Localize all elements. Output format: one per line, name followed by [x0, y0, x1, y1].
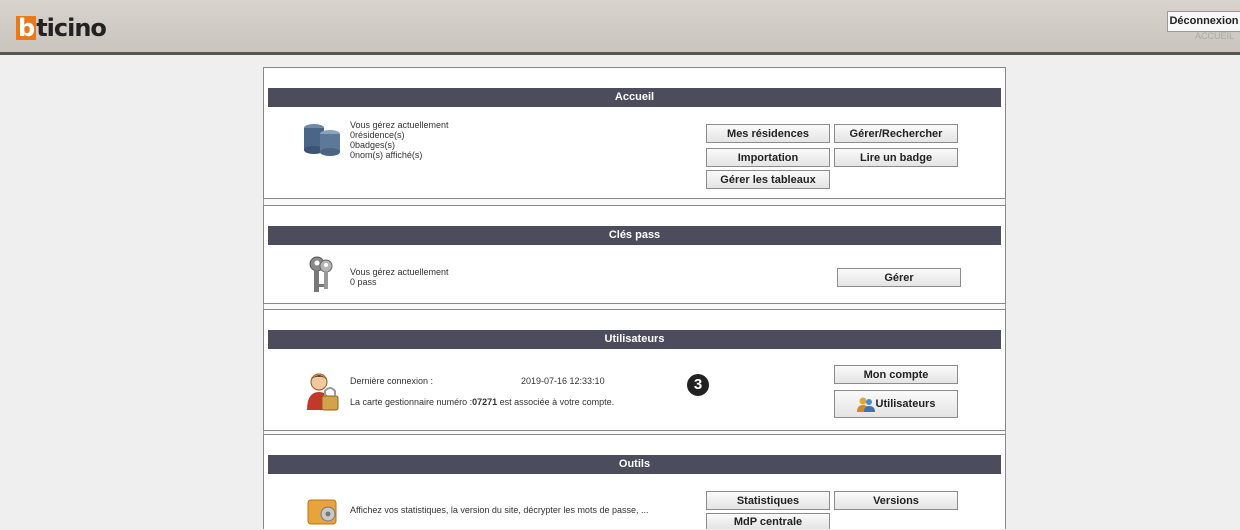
- users-button[interactable]: Utilisateurs: [834, 390, 958, 418]
- users-button-label: Utilisateurs: [875, 398, 936, 410]
- my-account-button[interactable]: Mon compte: [834, 365, 958, 384]
- tools-gear-icon: [307, 499, 337, 525]
- outils-panel: Outils Affichez vos statistiques, la ver…: [263, 434, 1006, 529]
- accueil-panel-title: Accueil: [268, 88, 1001, 107]
- read-badge-button[interactable]: Lire un badge: [834, 148, 958, 167]
- manage-tables-button[interactable]: Gérer les tableaux: [706, 170, 830, 189]
- manager-card-text: La carte gestionnaire numéro :07271 est …: [350, 397, 615, 407]
- pass-count: 0 pass: [350, 277, 377, 287]
- step-3-callout: 3: [687, 374, 709, 396]
- cles-pass-panel: Clés pass Vous gérez actuellement 0 pass…: [263, 205, 1006, 304]
- utilisateurs-panel: Utilisateurs Dernière connexion : 2019-0…: [263, 309, 1006, 431]
- top-header-bar: bticino Déconnexion ACCUEIL: [0, 0, 1240, 55]
- manage-pass-button[interactable]: Gérer: [837, 268, 961, 287]
- keys-icon: [309, 256, 333, 292]
- tools-description: Affichez vos statistiques, la version du…: [350, 505, 649, 515]
- card-number: 07271: [472, 397, 498, 407]
- import-button[interactable]: Importation: [706, 148, 830, 167]
- utilisateurs-panel-title: Utilisateurs: [268, 330, 1001, 349]
- logout-button[interactable]: Déconnexion: [1167, 11, 1240, 32]
- cles-pass-panel-title: Clés pass: [268, 226, 1001, 245]
- residence-count: 0résidence(s): [350, 130, 405, 140]
- my-residences-button[interactable]: Mes résidences: [706, 124, 830, 143]
- versions-button[interactable]: Versions: [834, 491, 958, 510]
- statistics-button[interactable]: Statistiques: [706, 491, 830, 510]
- accueil-panel: Accueil Vous gérez actuellement 0résiden…: [263, 67, 1006, 199]
- central-password-button[interactable]: MdP centrale: [706, 513, 830, 529]
- last-login-value: 2019-07-16 12:33:10: [521, 376, 605, 386]
- bticino-logo: bticino: [16, 14, 107, 42]
- manage-search-button[interactable]: Gérer/Rechercher: [834, 124, 958, 143]
- outils-panel-title: Outils: [268, 455, 1001, 474]
- badge-count: 0badges(s): [350, 140, 396, 150]
- last-login-label: Dernière connexion :: [350, 376, 434, 386]
- current-page-label: ACCUEIL: [1194, 31, 1234, 41]
- accueil-intro-text: Vous gérez actuellement: [350, 120, 449, 130]
- user-lock-icon: [307, 373, 339, 411]
- users-group-icon: [856, 397, 875, 413]
- name-count: 0nom(s) affiché(s): [350, 150, 423, 160]
- cles-intro-text: Vous gérez actuellement: [350, 267, 449, 277]
- database-icon: [304, 124, 340, 156]
